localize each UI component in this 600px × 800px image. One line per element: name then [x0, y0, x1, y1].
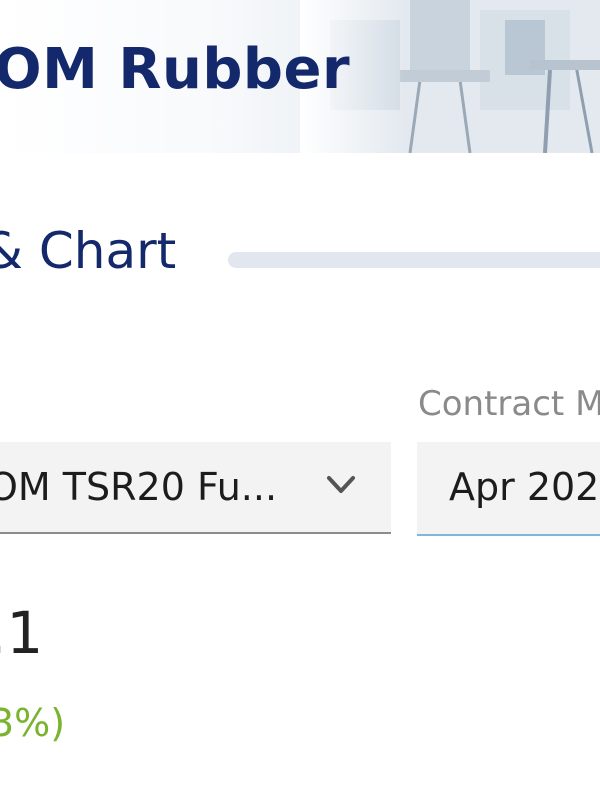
contract-month-select[interactable]: Apr 202: [417, 442, 600, 536]
section-divider: [228, 252, 600, 268]
page: OM Rubber & Chart Contract M OM TSR20 Fu…: [0, 0, 600, 800]
last-price-value: .1: [0, 599, 44, 667]
section-heading: & Chart: [0, 222, 177, 280]
chevron-down-icon[interactable]: [326, 474, 356, 496]
price-change-value: 3%): [0, 701, 66, 745]
header-banner: OM Rubber: [0, 0, 600, 153]
contract-month-select-value: Apr 202: [449, 465, 600, 509]
product-select-value: OM TSR20 Fu...: [0, 465, 278, 509]
page-title: OM Rubber: [0, 37, 351, 102]
contract-month-label: Contract M: [418, 384, 600, 424]
